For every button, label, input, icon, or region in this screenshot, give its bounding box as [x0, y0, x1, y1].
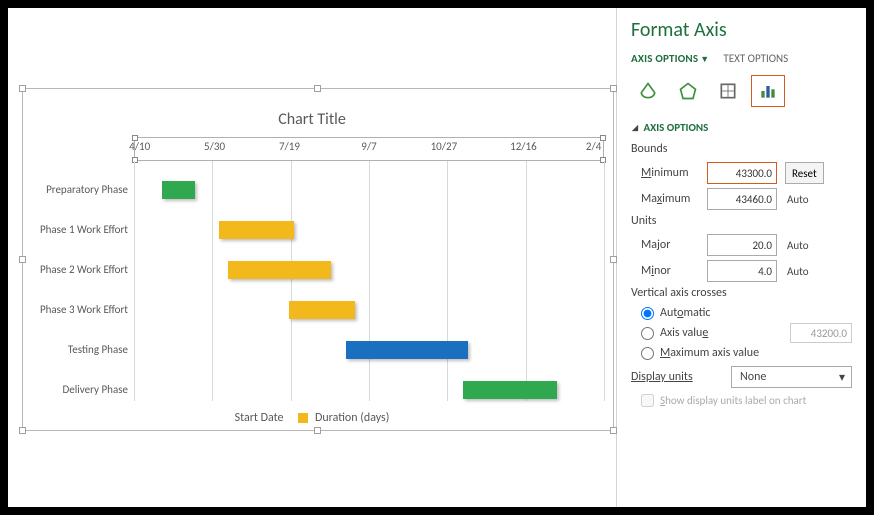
tab-axis-options[interactable]: AXIS OPTIONS▼	[631, 52, 709, 65]
bar-phase3[interactable]	[289, 301, 355, 319]
display-units-label: Display units	[631, 370, 731, 384]
minor-aux: Auto	[787, 265, 809, 278]
maximum-label: Maximum	[631, 192, 707, 206]
x-tick: 7/19	[279, 140, 300, 153]
crosses-value-label: Axis value	[660, 326, 784, 340]
x-tick: 5/30	[204, 140, 225, 153]
x-tick: 4/10	[129, 140, 150, 153]
category-label: Preparatory Phase	[18, 183, 134, 196]
plot-area[interactable]: Preparatory Phase Phase 1 Work Effort Ph…	[134, 161, 604, 401]
x-tick: 12/16	[510, 140, 537, 153]
crosses-value-radio[interactable]	[641, 327, 654, 340]
minor-label: Minor	[631, 264, 707, 278]
bar-delivery[interactable]	[463, 381, 557, 399]
category-label: Delivery Phase	[18, 383, 134, 396]
bar-preparatory[interactable]	[162, 181, 195, 199]
x-tick: 10/27	[431, 140, 458, 153]
bar-phase1[interactable]	[219, 221, 294, 239]
section-axis-options[interactable]: AXIS OPTIONS	[631, 121, 852, 134]
menu-caret-icon: ▼	[700, 54, 709, 65]
category-label: Phase 1 Work Effort	[18, 223, 134, 236]
maximum-aux: Auto	[787, 193, 809, 206]
minimum-label: Minimum	[631, 166, 707, 180]
crosses-max-label: Maximum axis value	[660, 346, 852, 360]
size-properties-icon[interactable]	[711, 75, 745, 107]
display-units-select[interactable]: None ▾	[731, 366, 852, 388]
units-label: Units	[631, 214, 852, 228]
maximum-input[interactable]	[707, 188, 777, 210]
fill-line-icon[interactable]	[631, 75, 665, 107]
x-tick: 9/7	[361, 140, 376, 153]
bar-testing[interactable]	[346, 341, 468, 359]
minimum-input[interactable]	[707, 162, 777, 184]
reset-button[interactable]: Reset	[785, 162, 824, 184]
bar-phase2[interactable]	[228, 261, 331, 279]
format-axis-panel: Format Axis AXIS OPTIONS▼ TEXT OPTIONS A…	[616, 8, 866, 507]
x-axis-selected[interactable]: 4/10 5/30 7/19 9/7 10/27 12/16 2/4	[134, 137, 604, 161]
crosses-auto-radio[interactable]	[641, 307, 654, 320]
show-label-checkbox	[641, 394, 654, 407]
chevron-down-icon: ▾	[839, 370, 845, 385]
axis-options-icon[interactable]	[751, 75, 785, 107]
x-tick: 2/4	[586, 140, 601, 153]
effects-icon[interactable]	[671, 75, 705, 107]
minor-input[interactable]	[707, 260, 777, 282]
show-label-text: Show display units label on chart	[660, 394, 806, 407]
crosses-auto-label: Automatic	[660, 306, 852, 320]
category-label: Phase 3 Work Effort	[18, 303, 134, 316]
crosses-label: Vertical axis crosses	[631, 286, 852, 300]
category-label: Phase 2 Work Effort	[18, 263, 134, 276]
category-label: Testing Phase	[18, 343, 134, 356]
crosses-value-input[interactable]	[790, 323, 852, 343]
major-input[interactable]	[707, 234, 777, 256]
crosses-max-radio[interactable]	[641, 347, 654, 360]
chart-canvas[interactable]: Chart Title 4/10 5/30 7/19 9/7 10/27 12/…	[8, 8, 616, 507]
bounds-label: Bounds	[631, 142, 852, 156]
panel-title: Format Axis	[631, 18, 852, 42]
tab-text-options[interactable]: TEXT OPTIONS	[723, 52, 788, 65]
major-label: Major	[631, 238, 707, 252]
major-aux: Auto	[787, 239, 809, 252]
